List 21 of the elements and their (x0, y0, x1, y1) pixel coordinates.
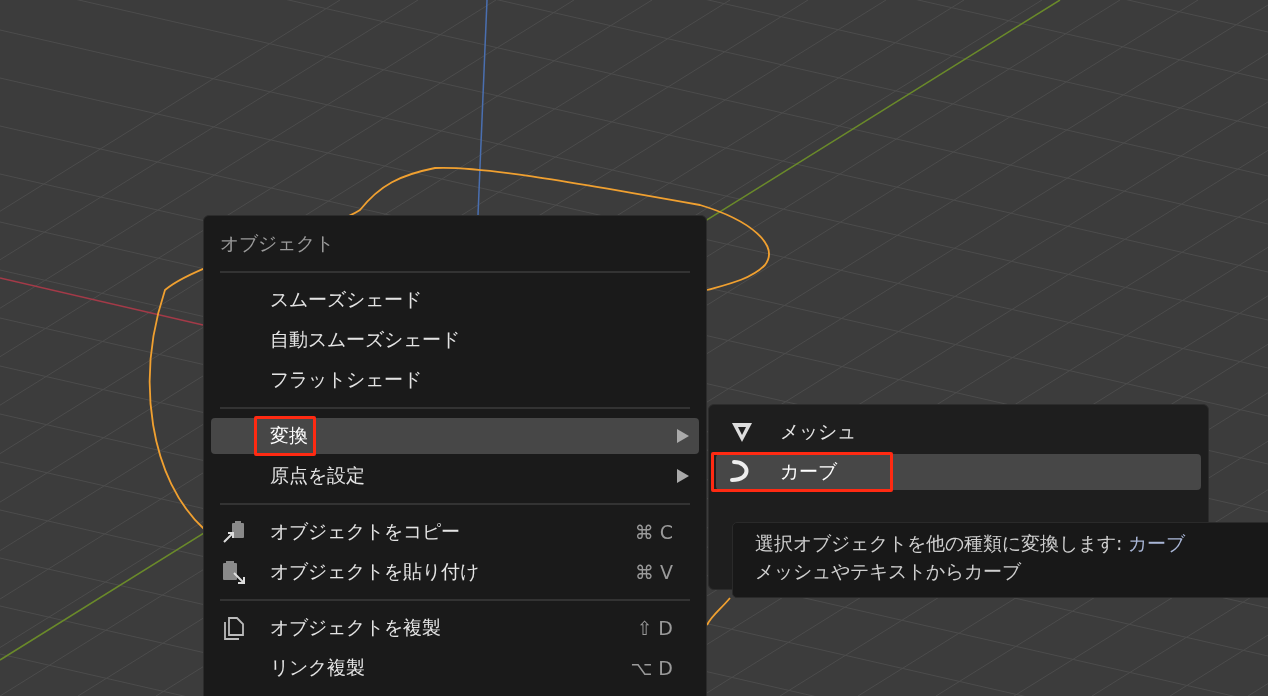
shortcut-label: ⌘ C (634, 521, 673, 543)
tooltip-description: 選択オブジェクトを他の種類に変換します: カーブ (755, 531, 1187, 556)
menu-item[interactable]: フラットシェード (211, 360, 699, 400)
menu-item[interactable]: 原点を設定 (211, 456, 699, 496)
menu-title: オブジェクト (220, 230, 334, 256)
shortcut-label: ⇧ D (636, 617, 673, 639)
clipboard-arrow-icon (222, 560, 246, 584)
menu-item[interactable]: オブジェクトをコピー ⌘ C (211, 512, 699, 552)
shortcut-label: ⌘ V (634, 561, 673, 583)
menu-item[interactable]: スムーズシェード (211, 280, 699, 320)
menu-item[interactable]: メッシュ (716, 412, 1201, 452)
tooltip-detail: メッシュやテキストからカーブ (755, 559, 1022, 584)
menu-item[interactable]: 自動スムーズシェード (211, 320, 699, 360)
clipboard-arrow-icon (222, 520, 246, 544)
duplicate-icon (222, 616, 246, 640)
menu-item[interactable]: オブジェクトを複製 ⇧ D (211, 608, 699, 648)
menu-item[interactable]: 変換 (211, 418, 699, 454)
triangle-icon (730, 420, 754, 444)
shortcut-label: ⌥ D (630, 657, 673, 679)
menu-item[interactable]: オブジェクトを貼り付け ⌘ V (211, 552, 699, 592)
menu-item[interactable]: リンク複製 ⌥ D (211, 648, 699, 688)
